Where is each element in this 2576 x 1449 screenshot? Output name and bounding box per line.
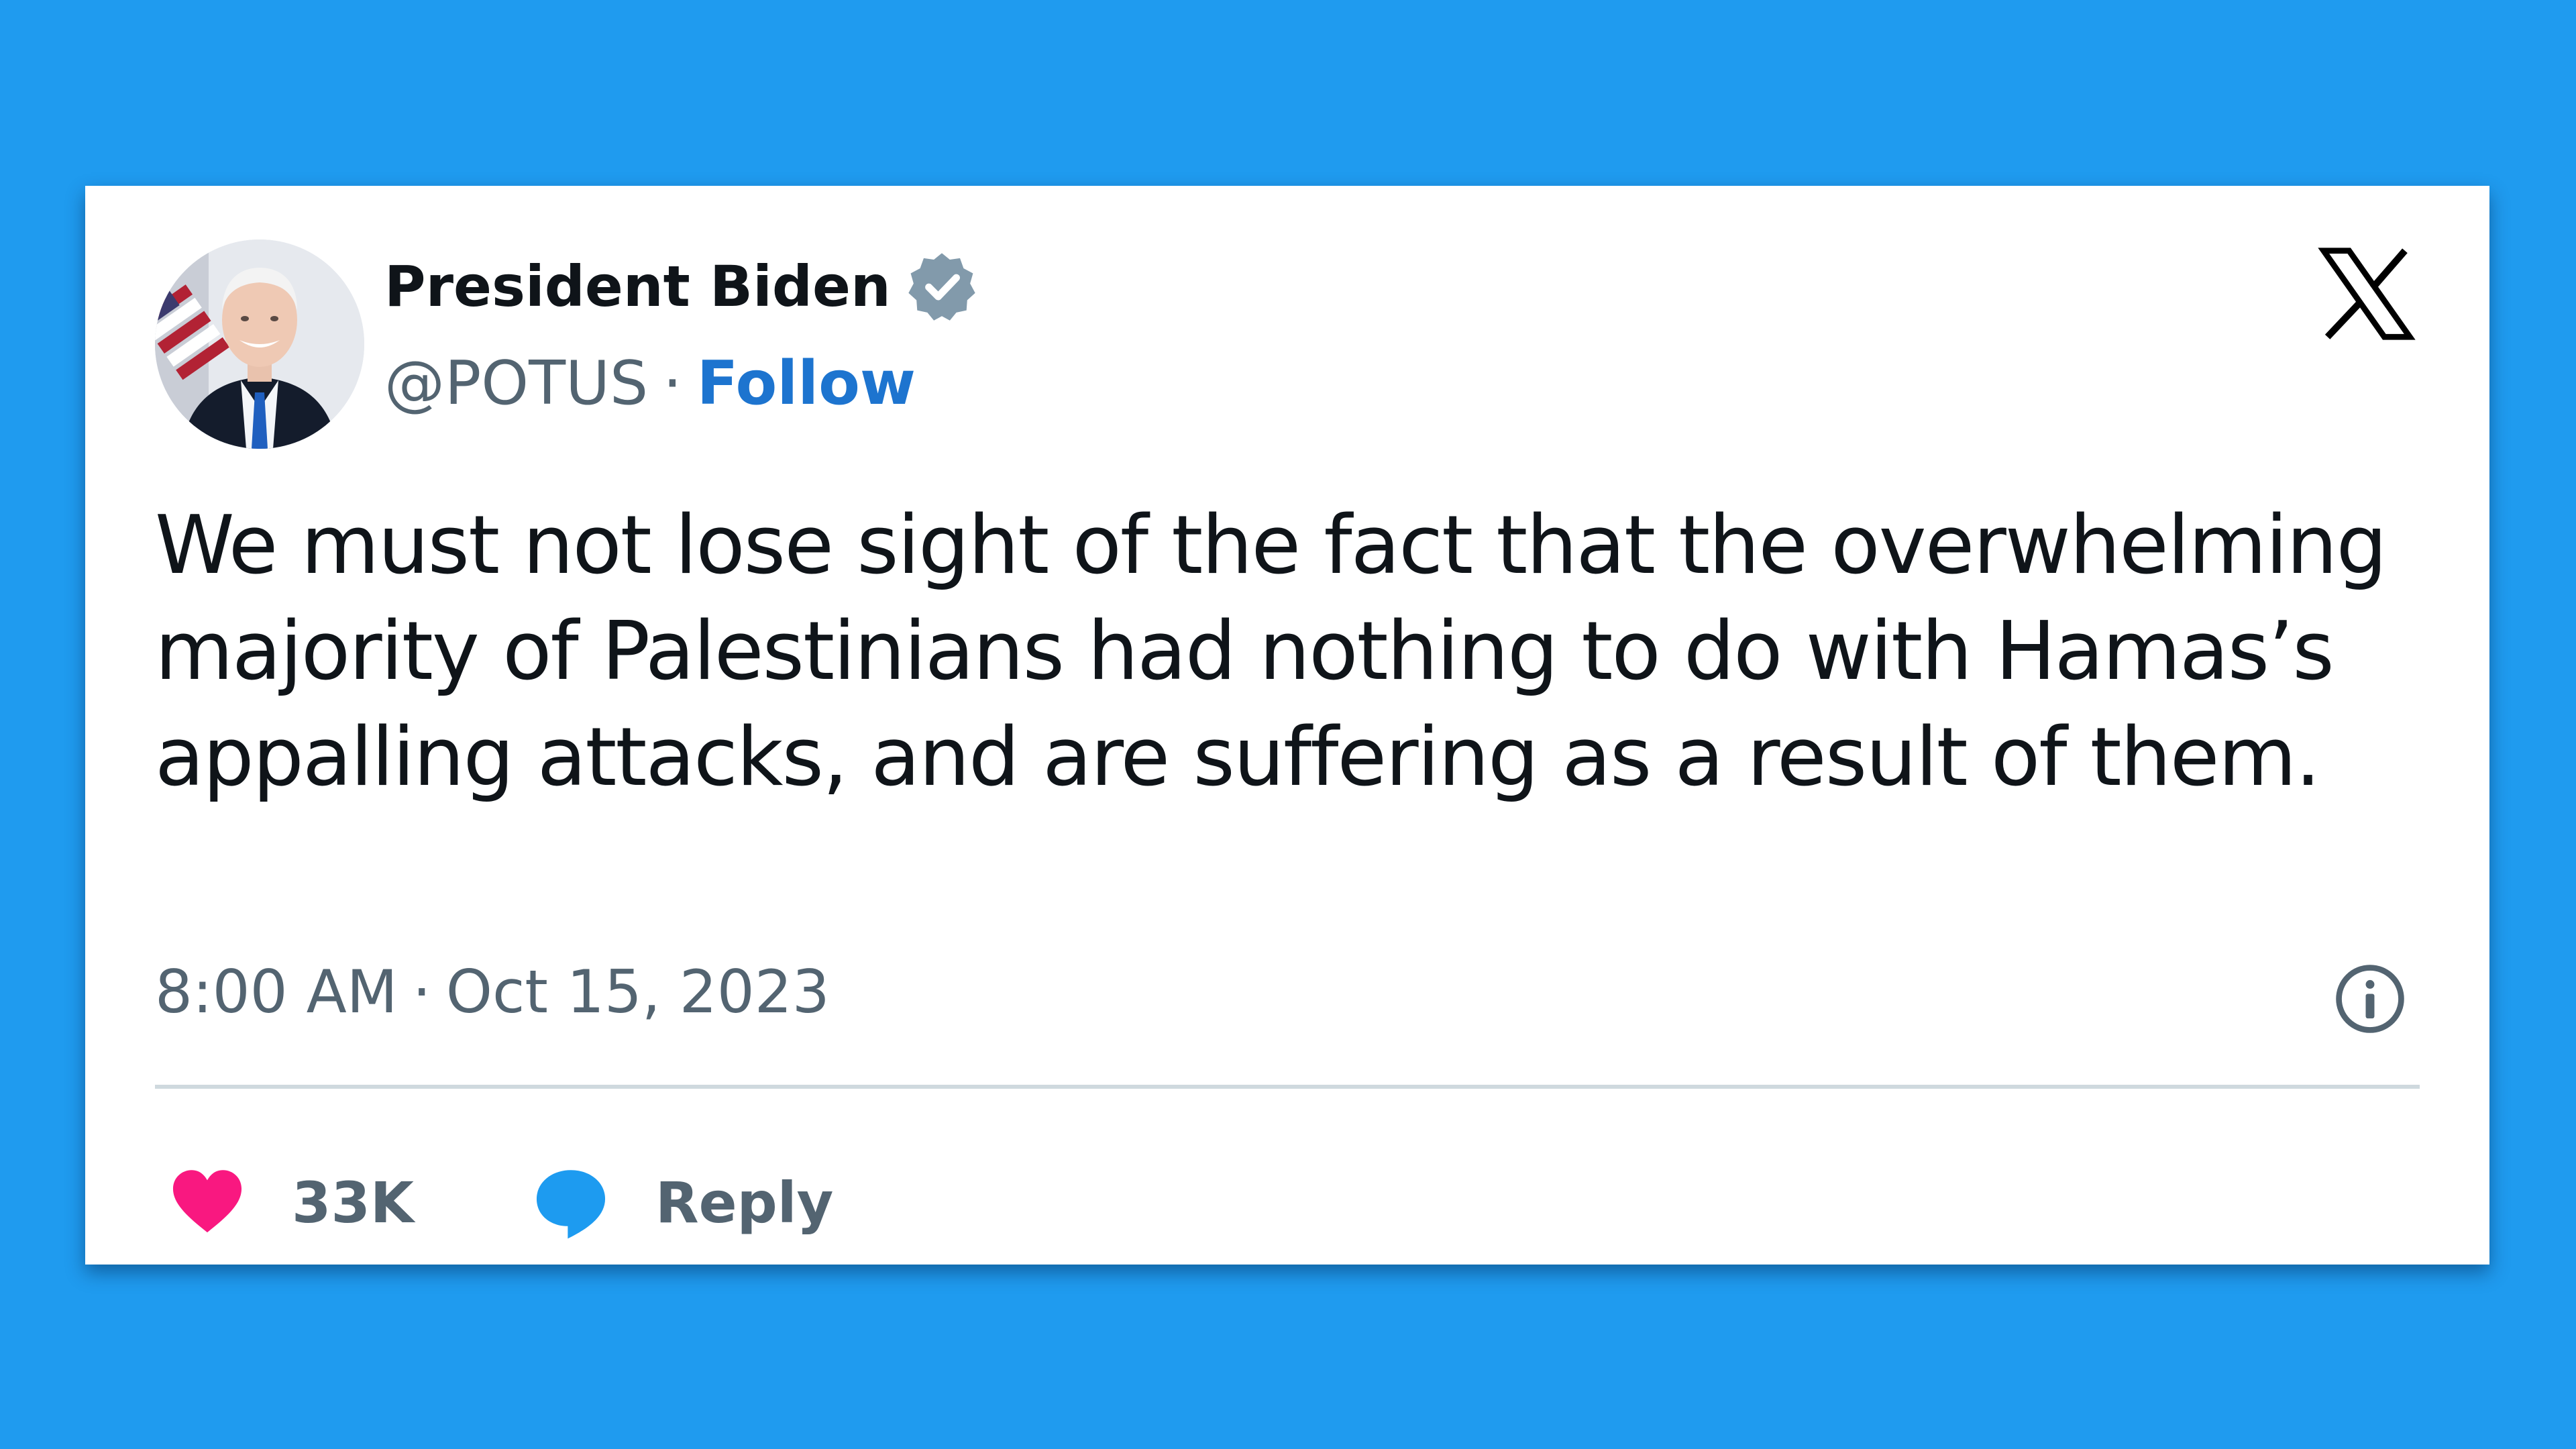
speech-bubble-icon <box>532 1164 610 1242</box>
verified-badge-icon <box>906 250 978 323</box>
author-name-row: President Biden <box>384 250 978 323</box>
tweet-text: We must not lose sight of the fact that … <box>155 499 2387 804</box>
tweet-timestamp[interactable]: 8:00 AM · Oct 15, 2023 <box>155 963 830 1022</box>
avatar-portrait-image <box>155 239 364 449</box>
follow-button[interactable]: Follow <box>697 354 916 414</box>
author-handle[interactable]: @POTUS <box>384 354 648 414</box>
heart-icon <box>168 1164 246 1242</box>
tweet-date: Oct 15, 2023 <box>445 957 830 1026</box>
tweet-actions: 33K Reply <box>168 1163 833 1243</box>
avatar[interactable] <box>155 239 364 449</box>
author-name[interactable]: President Biden <box>384 258 891 315</box>
reply-button[interactable]: Reply <box>532 1164 833 1242</box>
info-icon[interactable] <box>2334 963 2406 1035</box>
x-logo-icon[interactable] <box>2318 245 2416 343</box>
divider <box>155 1085 2420 1089</box>
timestamp-separator: · <box>412 957 431 1026</box>
tweet-card: President Biden @POTUS · Follow We must … <box>85 186 2489 1265</box>
like-count: 33K <box>292 1170 414 1236</box>
tweet-time: 8:00 AM <box>155 957 398 1026</box>
reply-label: Reply <box>655 1170 834 1236</box>
handle-separator: · <box>663 348 682 419</box>
like-button[interactable]: 33K <box>168 1164 414 1242</box>
author-handle-row: @POTUS · Follow <box>384 354 916 414</box>
